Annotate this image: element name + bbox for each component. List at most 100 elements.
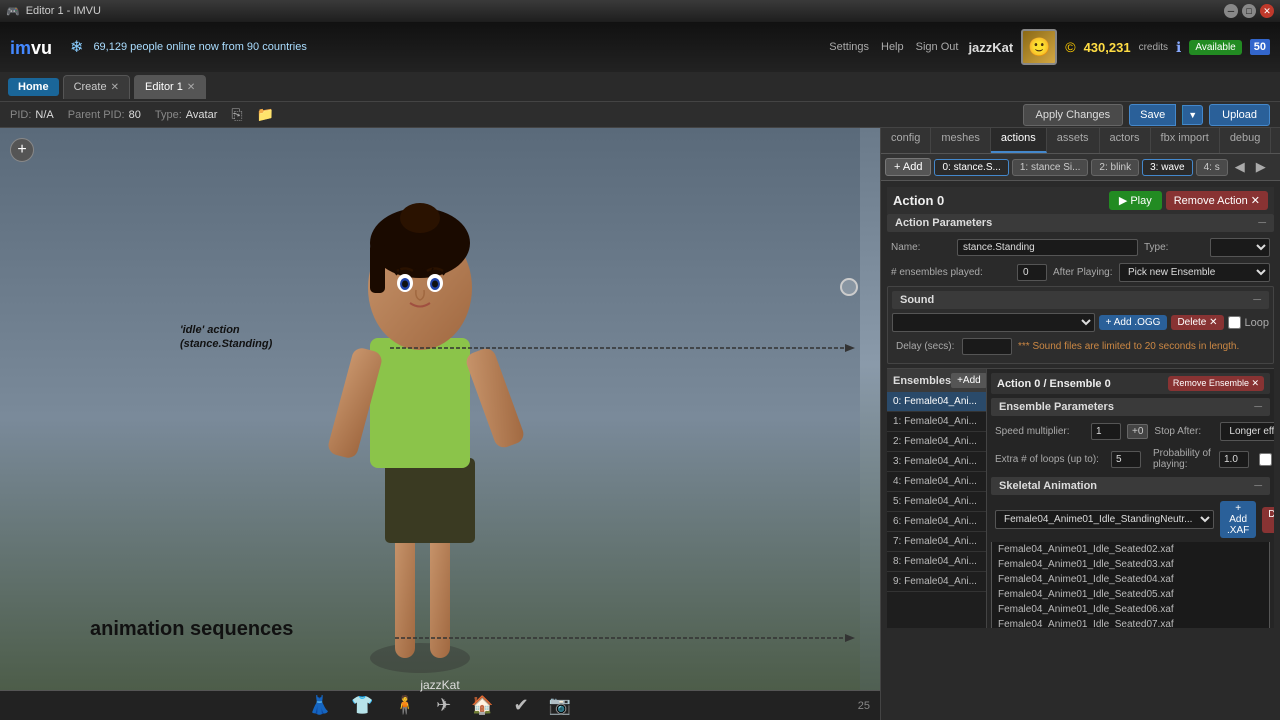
pose-icon[interactable]: ✈ [436, 695, 451, 716]
action-tab-3[interactable]: 3: wave [1142, 159, 1192, 176]
ensemble-item[interactable]: 8: Female04_Ani... [887, 552, 986, 572]
loop-check[interactable]: Loop [1228, 316, 1269, 329]
editor-tab[interactable]: Editor 1 ✕ [134, 75, 206, 99]
after-playing-select[interactable]: Pick new Ensemble [1119, 263, 1270, 282]
dropdown-item[interactable]: Female04_Anime01_Idle_Seated02.xaf [992, 542, 1269, 557]
editor-tab-close[interactable]: ✕ [187, 82, 195, 93]
action-tab-1[interactable]: 1: stance Si... [1012, 159, 1089, 176]
ensemble-item[interactable]: 6: Female04_Ani... [887, 512, 986, 532]
check-icon[interactable]: ✔ [514, 695, 529, 716]
tab-fbximport[interactable]: fbx import [1151, 128, 1220, 153]
ensemble-item[interactable]: 2: Female04_Ani... [887, 432, 986, 452]
tab-debug[interactable]: debug [1220, 128, 1272, 153]
apply-changes-button[interactable]: Apply Changes [1023, 104, 1124, 126]
upload-button[interactable]: Upload [1209, 104, 1270, 126]
clothing-icon[interactable]: 👗 [309, 695, 331, 716]
dropdown-item[interactable]: Female04_Anime01_Idle_Seated06.xaf [992, 602, 1269, 617]
tab-config[interactable]: config [881, 128, 931, 153]
right-panel: config meshes actions assets actors fbx … [880, 128, 1280, 720]
sound-select[interactable] [892, 313, 1095, 332]
type-label: Type: [1144, 242, 1204, 253]
close-button[interactable]: ✕ [1260, 4, 1274, 18]
ensemble-title-bar: Action 0 / Ensemble 0 Remove Ensemble ✕ [991, 373, 1270, 394]
dropdown-item[interactable]: Female04_Anime01_Idle_Seated03.xaf [992, 557, 1269, 572]
skeletal-collapse[interactable]: ─ [1254, 480, 1262, 492]
action-prev-button[interactable]: ◀ [1231, 157, 1249, 177]
ensemble-item[interactable]: 0: Female04_Ani... [887, 392, 986, 412]
remove-action-button[interactable]: Remove Action ✕ [1166, 191, 1268, 210]
ensemble-item[interactable]: 4: Female04_Ani... [887, 472, 986, 492]
add-xaf-button[interactable]: + Add .XAF [1220, 501, 1256, 538]
name-input[interactable] [957, 239, 1138, 256]
speed-minus-button[interactable]: +0 [1127, 424, 1148, 439]
page-number: 25 [858, 700, 870, 712]
tab-actions[interactable]: actions [991, 128, 1047, 153]
ensemble-item[interactable]: 3: Female04_Ani... [887, 452, 986, 472]
home-tab[interactable]: Home [8, 78, 59, 96]
shirt-icon[interactable]: 👕 [351, 695, 373, 716]
after-playing-label: After Playing: [1053, 267, 1113, 278]
minimize-button[interactable]: ─ [1224, 4, 1238, 18]
folder-icon[interactable]: 📁 [257, 106, 274, 123]
type-select[interactable] [1210, 238, 1270, 257]
save-dropdown-button[interactable]: ▼ [1182, 105, 1203, 125]
delay-input[interactable] [962, 338, 1012, 355]
stop-after-select[interactable]: Longer effect ends [1220, 422, 1274, 441]
avatar-scene [0, 128, 860, 708]
tab-assets[interactable]: assets [1047, 128, 1100, 153]
dropdown-item[interactable]: Female04_Anime01_Idle_Seated04.xaf [992, 572, 1269, 587]
parent-pid-label: Parent PID: [68, 109, 125, 121]
logo: imvu [10, 34, 52, 60]
tab-meshes[interactable]: meshes [931, 128, 991, 153]
add-ensemble-button[interactable]: +Add [951, 373, 987, 388]
create-tab[interactable]: Create ✕ [63, 75, 130, 99]
skeletal-select[interactable]: Female04_Anime01_Idle_StandingNeutr... [995, 510, 1214, 529]
help-link[interactable]: Help [881, 41, 904, 53]
ensembles-input[interactable] [1017, 264, 1047, 281]
add-button-float[interactable]: + [10, 138, 34, 162]
remove-ensemble-button[interactable]: Remove Ensemble ✕ [1168, 376, 1264, 391]
delete-xaf-button[interactable]: Delete ✕ [1262, 507, 1274, 533]
credits-amount: 430,231 [1084, 40, 1131, 55]
ensemble-item[interactable]: 7: Female04_Ani... [887, 532, 986, 552]
action-next-button[interactable]: ▶ [1252, 157, 1270, 177]
ensemble-item[interactable]: 1: Female04_Ani... [887, 412, 986, 432]
settings-link[interactable]: Settings [829, 41, 869, 53]
probability-input[interactable] [1219, 451, 1249, 468]
camera-icon[interactable]: 📷 [549, 695, 571, 716]
gaze-check[interactable]: Disable Gaze [1259, 447, 1274, 471]
create-tab-close[interactable]: ✕ [111, 82, 119, 93]
action-tab-2[interactable]: 2: blink [1091, 159, 1139, 176]
signout-link[interactable]: Sign Out [916, 41, 959, 53]
username: jazzKat [968, 40, 1013, 55]
delete-sound-button[interactable]: Delete ✕ [1171, 315, 1223, 330]
save-button[interactable]: Save [1129, 104, 1176, 126]
copy-icon[interactable]: ⎘ [231, 106, 242, 123]
loops-input[interactable] [1111, 451, 1141, 468]
speed-input[interactable] [1091, 423, 1121, 440]
skeletal-dropdown[interactable]: Female04_Anime01_Idle_Seated02.xafFemale… [991, 542, 1270, 628]
ensemble-collapse[interactable]: ─ [1254, 401, 1262, 413]
dropdown-item[interactable]: Female04_Anime01_Idle_Seated07.xaf [992, 617, 1269, 628]
add-ogg-button[interactable]: + Add .OGG [1099, 315, 1168, 330]
loop-checkbox[interactable] [1228, 316, 1241, 329]
ensemble-item[interactable]: 9: Female04_Ani... [887, 572, 986, 592]
type-value: Avatar [186, 109, 218, 121]
credits-info-icon[interactable]: ℹ [1176, 39, 1181, 56]
action-params-collapse[interactable]: ─ [1258, 217, 1266, 229]
figure-icon[interactable]: 🧍 [394, 695, 416, 716]
action-tab-0[interactable]: 0: stance.S... [934, 159, 1008, 176]
sound-collapse[interactable]: ─ [1253, 294, 1261, 306]
maximize-button[interactable]: □ [1242, 4, 1256, 18]
home-icon[interactable]: 🏠 [471, 695, 493, 716]
ensemble-params-header: Ensemble Parameters ─ [991, 398, 1270, 416]
credits-label: credits [1139, 42, 1168, 53]
gaze-checkbox[interactable] [1259, 453, 1272, 466]
ensemble-list: Ensembles +Add 0: Female04_Ani...1: Fema… [887, 369, 987, 628]
add-action-button[interactable]: + Add [885, 158, 931, 176]
ensemble-item[interactable]: 5: Female04_Ani... [887, 492, 986, 512]
tab-actors[interactable]: actors [1100, 128, 1151, 153]
action-tab-4[interactable]: 4: s [1196, 159, 1228, 176]
dropdown-item[interactable]: Female04_Anime01_Idle_Seated05.xaf [992, 587, 1269, 602]
play-button[interactable]: ▶ Play [1109, 191, 1162, 210]
